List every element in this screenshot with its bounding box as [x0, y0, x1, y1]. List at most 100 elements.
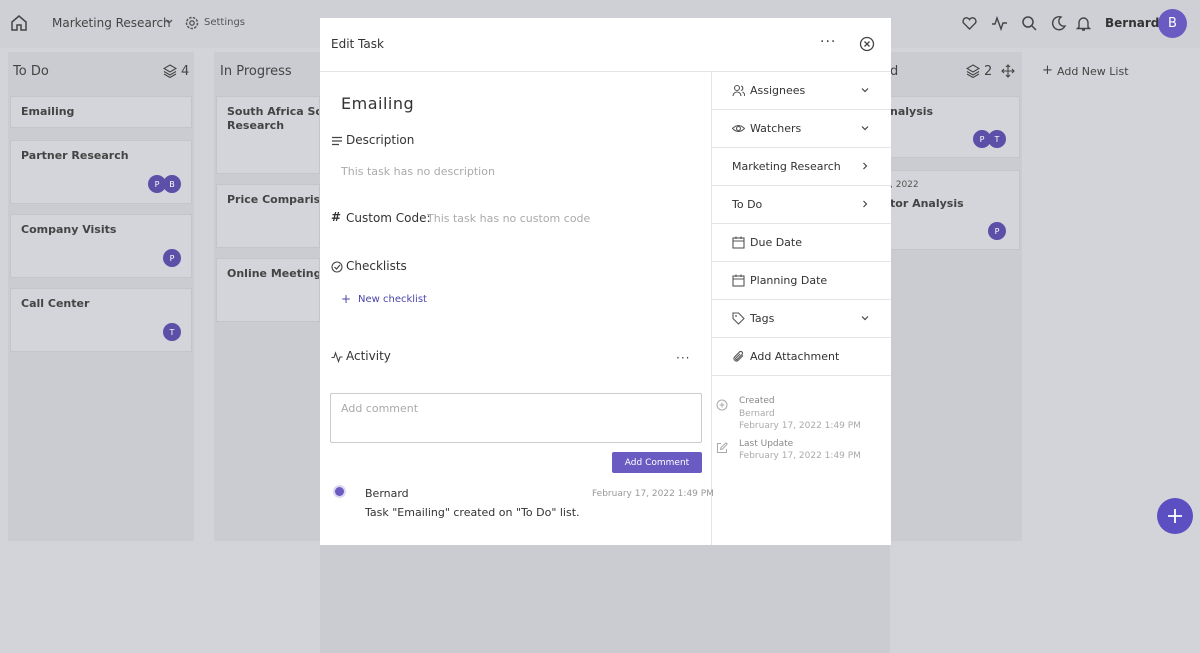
- add-new-list-button[interactable]: Add New List: [1057, 65, 1129, 78]
- task-card[interactable]: Price Comparison: [216, 184, 320, 248]
- list-row[interactable]: To Do: [712, 186, 891, 224]
- card-title: South Africa Softw Research: [227, 105, 319, 132]
- project-row[interactable]: Marketing Research: [712, 148, 891, 186]
- calendar-icon: [732, 236, 745, 249]
- task-card[interactable]: South Africa Softw Research: [216, 96, 320, 174]
- plus-icon[interactable]: +: [341, 292, 351, 306]
- board-background-lower: [320, 544, 890, 653]
- edit-task-modal: Edit Task ··· Emailing Description This …: [320, 18, 891, 545]
- heart-icon[interactable]: [961, 15, 978, 32]
- card-title: tor Analysis: [890, 197, 964, 210]
- chevron-down-icon[interactable]: [163, 16, 175, 28]
- activity-icon: [331, 351, 343, 363]
- tags-row[interactable]: Tags: [712, 300, 891, 338]
- custom-code-placeholder[interactable]: This task has no custom code: [427, 212, 590, 225]
- task-card[interactable]: nalysis P T: [890, 96, 1020, 158]
- plus-icon: [1168, 509, 1182, 523]
- tags-label: Tags: [750, 312, 775, 325]
- activity-dot: [335, 487, 344, 496]
- activity-user: Bernard: [365, 487, 409, 500]
- moon-icon[interactable]: [1050, 15, 1067, 32]
- task-card[interactable]: Call Center T: [10, 288, 192, 352]
- plus-circle-icon: [716, 399, 728, 411]
- layers-icon: [966, 64, 980, 78]
- watchers-row[interactable]: Watchers: [712, 110, 891, 148]
- card-title: Partner Research: [21, 149, 129, 162]
- gear-icon[interactable]: [184, 15, 200, 31]
- user-avatar[interactable]: B: [1158, 9, 1187, 38]
- calendar-icon: [732, 274, 745, 287]
- activity-options-icon[interactable]: ···: [676, 351, 690, 365]
- plus-icon[interactable]: +: [1042, 63, 1053, 78]
- chevron-right-icon: [863, 162, 868, 170]
- layers-icon: [163, 64, 177, 78]
- activity-date: February 17, 2022 1:49 PM: [592, 489, 714, 499]
- created-date: February 17, 2022 1:49 PM: [739, 421, 861, 431]
- add-attachment-row[interactable]: Add Attachment: [712, 338, 891, 376]
- assignees-row[interactable]: Assignees: [712, 72, 891, 110]
- project-label: Marketing Research: [732, 160, 841, 173]
- home-icon[interactable]: [10, 14, 28, 32]
- card-title: Online Meetings: [227, 267, 320, 280]
- task-card[interactable]: , 2022 tor Analysis P: [890, 170, 1020, 250]
- due-date-label: Due Date: [750, 236, 802, 249]
- task-card[interactable]: Online Meetings: [216, 258, 320, 322]
- chevron-down-icon: [861, 126, 869, 131]
- due-date-row[interactable]: Due Date: [712, 224, 891, 262]
- description-placeholder[interactable]: This task has no description: [341, 165, 495, 178]
- avatar[interactable]: T: [163, 323, 181, 341]
- user-name[interactable]: Bernard: [1105, 16, 1159, 30]
- project-selector[interactable]: Marketing Research: [52, 16, 171, 30]
- card-date: , 2022: [890, 180, 919, 190]
- created-by: Bernard: [739, 409, 775, 419]
- created-label: Created: [739, 396, 775, 406]
- card-title: nalysis: [890, 105, 934, 118]
- move-icon[interactable]: [1001, 64, 1015, 78]
- settings-link[interactable]: Settings: [204, 17, 245, 28]
- new-checklist-button[interactable]: New checklist: [358, 294, 427, 305]
- custom-code-label: Custom Code:: [346, 211, 431, 225]
- last-update-date: February 17, 2022 1:49 PM: [739, 451, 861, 461]
- bell-icon[interactable]: [1075, 15, 1092, 32]
- activity-text: Task "Emailing" created on "To Do" list.: [365, 506, 580, 519]
- chevron-down-icon: [861, 88, 869, 93]
- edit-icon: [717, 442, 728, 453]
- card-title: Call Center: [21, 297, 90, 310]
- search-icon[interactable]: [1021, 15, 1038, 32]
- card-title: Price Comparison: [227, 193, 320, 206]
- add-attachment-label: Add Attachment: [750, 350, 840, 363]
- eye-icon: [732, 124, 745, 133]
- chevron-down-icon: [861, 316, 869, 321]
- avatar[interactable]: B: [163, 175, 181, 193]
- task-card[interactable]: Company Visits P: [10, 214, 192, 278]
- add-fab-button[interactable]: [1157, 498, 1193, 534]
- add-comment-button[interactable]: Add Comment: [612, 452, 702, 473]
- activity-icon[interactable]: [991, 15, 1008, 32]
- planning-date-label: Planning Date: [750, 274, 828, 287]
- more-options-icon[interactable]: ···: [820, 34, 836, 50]
- paperclip-icon: [733, 350, 744, 362]
- task-card[interactable]: Partner Research P B: [10, 140, 192, 204]
- modal-header: Edit Task ···: [320, 18, 891, 72]
- task-card[interactable]: Emailing: [10, 96, 192, 128]
- modal-title: Edit Task: [331, 37, 384, 51]
- card-title: Company Visits: [21, 223, 117, 236]
- checklist-icon: [331, 261, 343, 273]
- column-count-todo: 4: [181, 64, 190, 79]
- planning-date-row[interactable]: Planning Date: [712, 262, 891, 300]
- avatar[interactable]: P: [163, 249, 181, 267]
- tag-icon: [732, 312, 745, 325]
- chevron-right-icon: [863, 200, 868, 208]
- close-icon[interactable]: [859, 36, 875, 52]
- description-label: Description: [346, 133, 415, 147]
- task-name[interactable]: Emailing: [341, 94, 414, 113]
- column-title-in-progress: In Progress: [220, 64, 292, 79]
- column-title-partial: d: [890, 64, 899, 79]
- column-count-partial: 2: [984, 64, 993, 79]
- assignees-label: Assignees: [750, 84, 806, 97]
- comment-input[interactable]: [330, 393, 702, 443]
- avatar[interactable]: P: [988, 222, 1006, 240]
- avatar[interactable]: T: [988, 130, 1006, 148]
- column-title-todo: To Do: [13, 64, 49, 79]
- checklists-label: Checklists: [346, 259, 407, 273]
